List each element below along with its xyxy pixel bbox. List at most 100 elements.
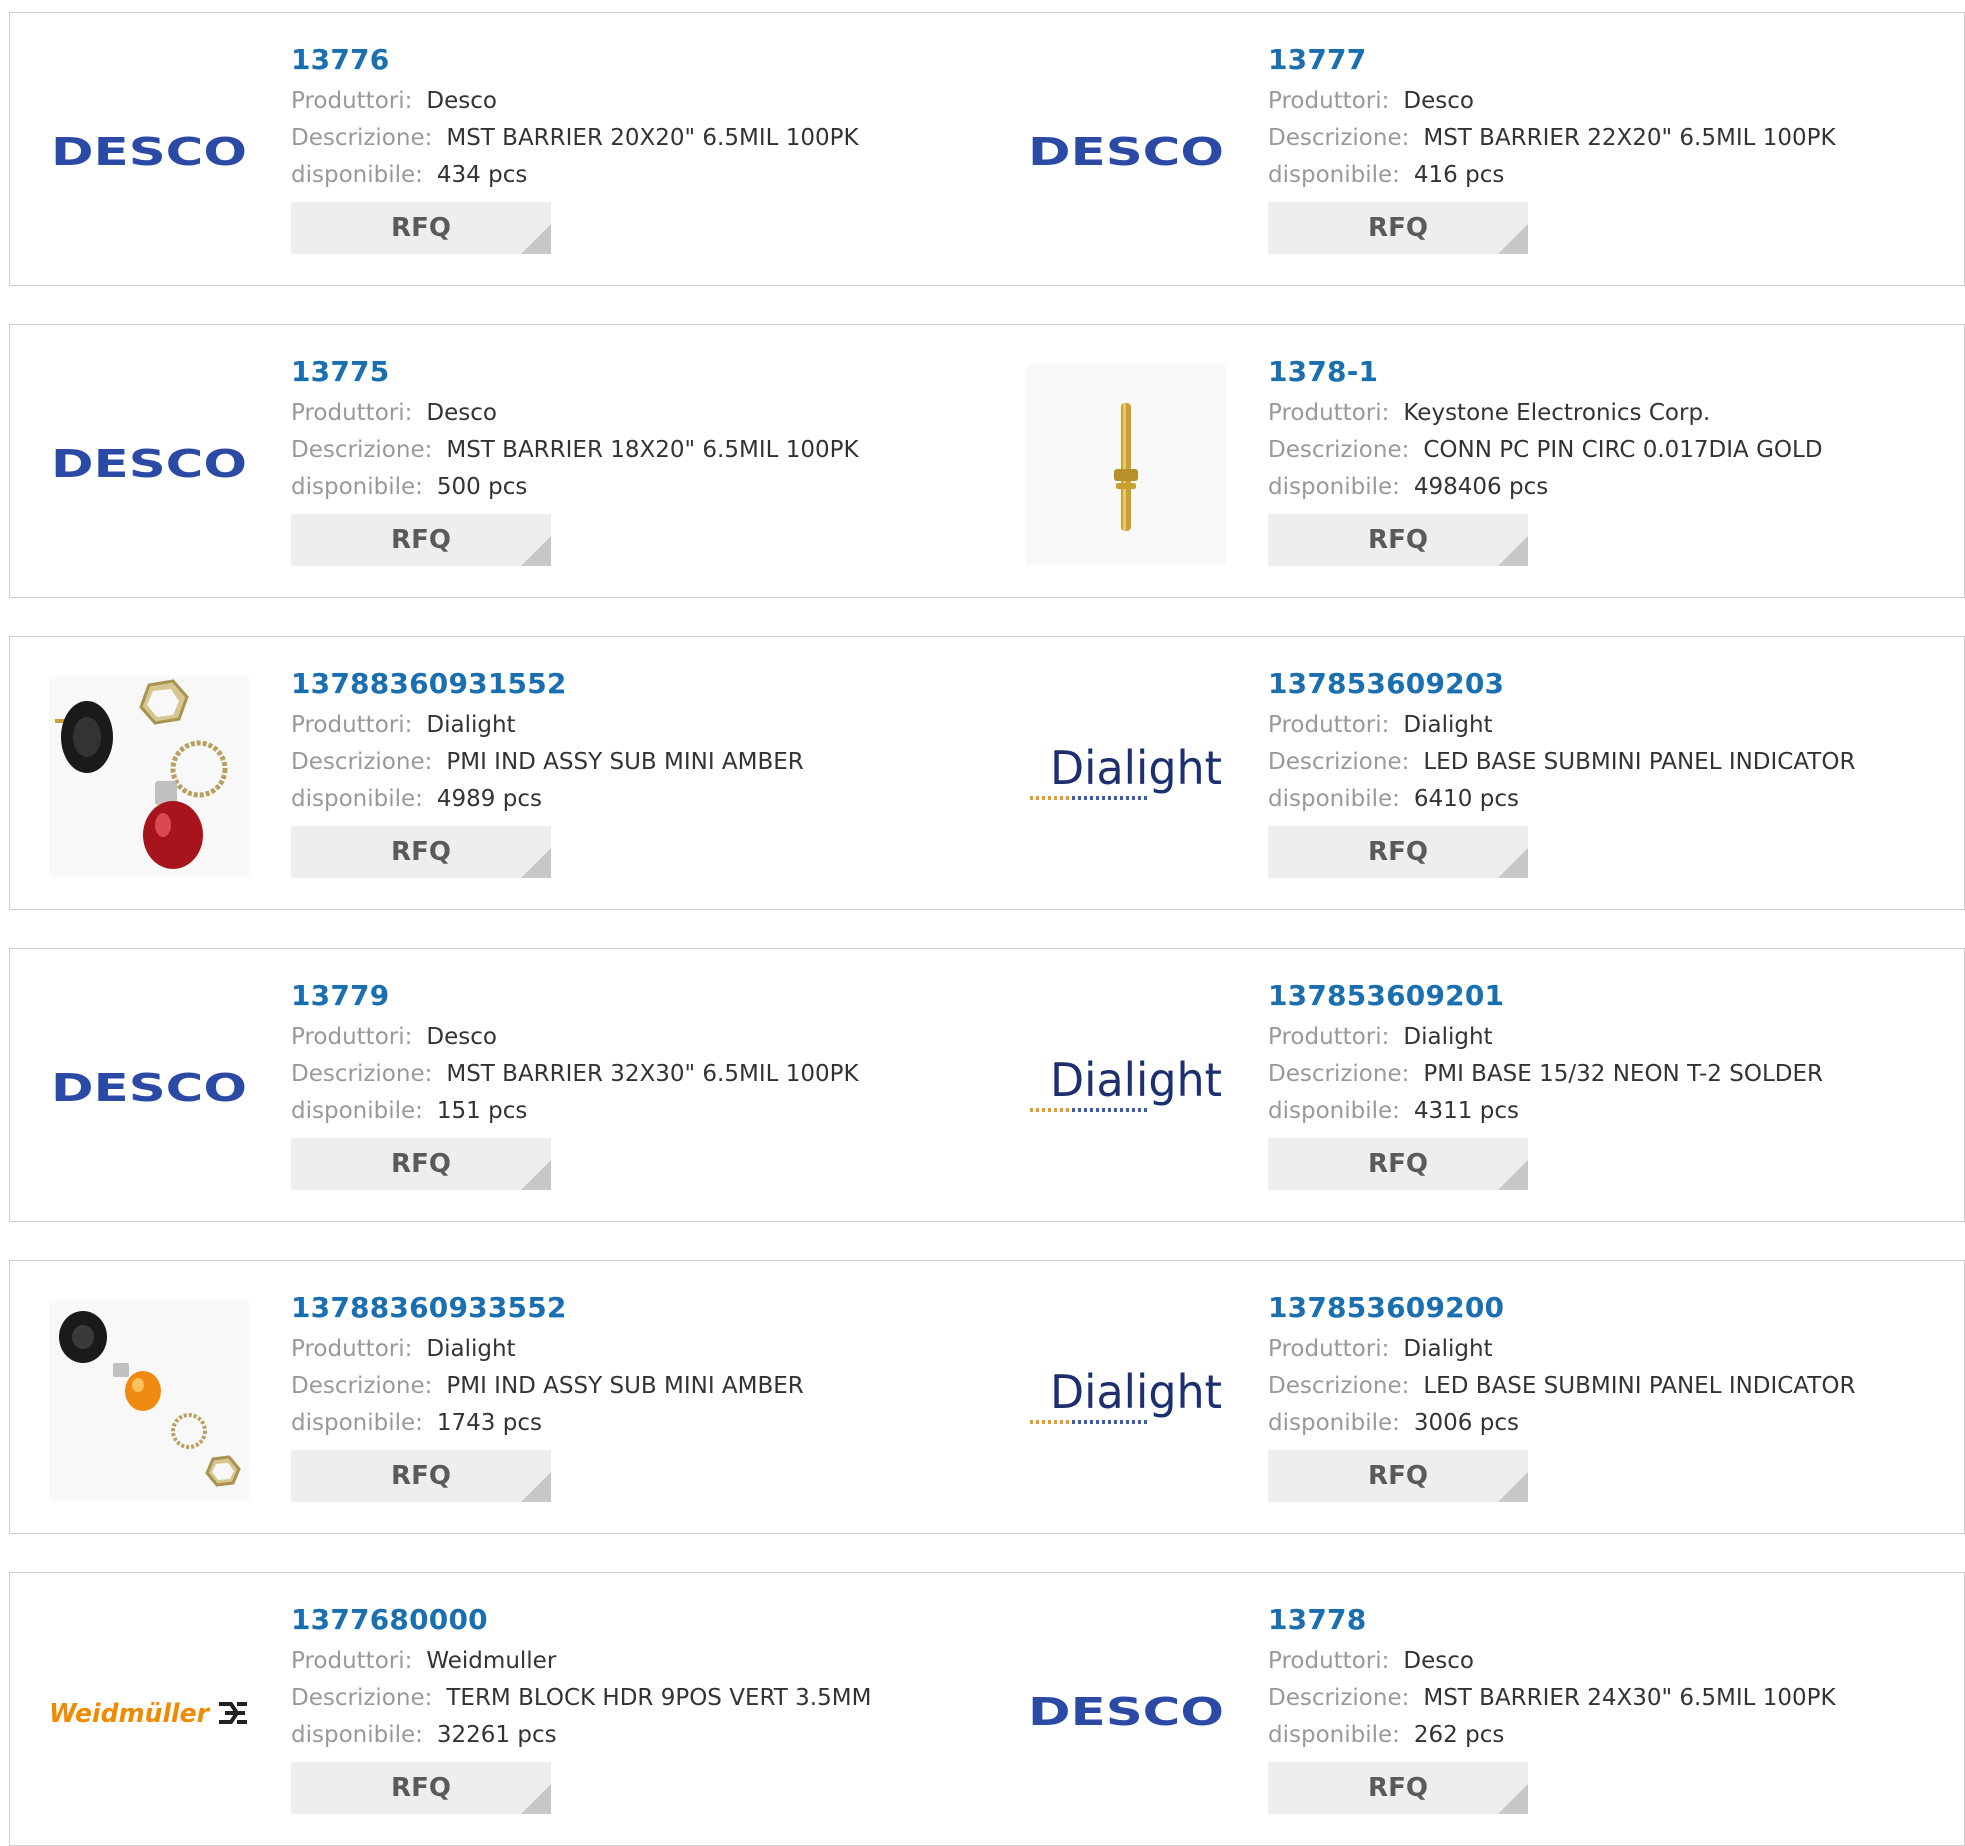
- description-label: Descrizione:: [1268, 749, 1410, 775]
- available-label: disponibile:: [1268, 474, 1400, 500]
- rfq-button[interactable]: RFQ: [1268, 202, 1528, 254]
- svg-text:DESCO: DESCO: [1028, 133, 1224, 173]
- rfq-button[interactable]: RFQ: [1268, 514, 1528, 566]
- product-image[interactable]: Dialight: [1026, 1301, 1226, 1501]
- svg-text:DESCO: DESCO: [1028, 1693, 1224, 1733]
- available-value: 416 pcs: [1413, 162, 1505, 188]
- product-image[interactable]: DESCO: [1026, 53, 1226, 253]
- product-image[interactable]: DESCO: [1026, 1613, 1226, 1813]
- rfq-button[interactable]: RFQ: [291, 826, 551, 878]
- manufacturer-value: Dialight: [1403, 1024, 1493, 1050]
- part-number-link[interactable]: 13775: [291, 353, 978, 395]
- description-value: MST BARRIER 24X30" 6.5MIL 100PK: [1423, 1685, 1836, 1711]
- description-label: Descrizione:: [1268, 125, 1410, 151]
- rfq-button[interactable]: RFQ: [291, 202, 551, 254]
- rfq-button[interactable]: RFQ: [1268, 1762, 1528, 1814]
- available-value: 262 pcs: [1413, 1722, 1505, 1748]
- available-label: disponibile:: [291, 1410, 423, 1436]
- part-number-link[interactable]: 13788360931552: [291, 665, 978, 707]
- manufacturer-value: Weidmuller: [426, 1648, 557, 1674]
- product-card: DESCO 13777 Produttori: Desco Descrizione…: [987, 12, 1965, 286]
- part-number-link[interactable]: 1378-1: [1268, 353, 1954, 395]
- dialight-logo: Dialight: [1030, 1366, 1222, 1424]
- available-label: disponibile:: [291, 1722, 423, 1748]
- rfq-label: RFQ: [1368, 213, 1428, 243]
- manufacturer-value: Desco: [426, 400, 497, 426]
- rfq-label: RFQ: [1368, 1461, 1428, 1491]
- product-card: Dialight 137853609200 Produttori: Dialigh…: [987, 1260, 1965, 1534]
- product-card: DESCO 13779 Produttori: Desco Descrizione…: [9, 948, 989, 1222]
- description-label: Descrizione:: [1268, 1685, 1410, 1711]
- rfq-label: RFQ: [391, 213, 451, 243]
- part-number-link[interactable]: 13788360933552: [291, 1289, 978, 1331]
- rfq-button[interactable]: RFQ: [1268, 1450, 1528, 1502]
- manufacturer-label: Produttori:: [1268, 88, 1390, 114]
- available-label: disponibile:: [1268, 1098, 1400, 1124]
- part-number-link[interactable]: 13777: [1268, 41, 1954, 83]
- rfq-label: RFQ: [391, 525, 451, 555]
- description-label: Descrizione:: [291, 1061, 433, 1087]
- manufacturer-value: Dialight: [1403, 712, 1493, 738]
- part-number-link[interactable]: 13779: [291, 977, 978, 1019]
- rfq-button[interactable]: RFQ: [291, 1138, 551, 1190]
- product-image[interactable]: DESCO: [49, 989, 249, 1189]
- product-card: DESCO 13775 Produttori: Desco Descrizione…: [9, 324, 989, 598]
- product-image[interactable]: [49, 1301, 249, 1501]
- available-value: 6410 pcs: [1413, 786, 1519, 812]
- available-value: 151 pcs: [436, 1098, 528, 1124]
- rfq-button[interactable]: RFQ: [1268, 826, 1528, 878]
- corner-triangle-icon: [521, 1784, 551, 1814]
- product-image[interactable]: Dialight: [1026, 989, 1226, 1189]
- corner-triangle-icon: [1498, 536, 1528, 566]
- available-label: disponibile:: [291, 474, 423, 500]
- rfq-button[interactable]: RFQ: [291, 1450, 551, 1502]
- manufacturer-label: Produttori:: [1268, 400, 1390, 426]
- description-value: MST BARRIER 32X30" 6.5MIL 100PK: [446, 1061, 859, 1087]
- product-image[interactable]: DESCO: [49, 53, 249, 253]
- manufacturer-label: Produttori:: [291, 88, 413, 114]
- product-card: Weidmüller 1377680000 Produttori: Weidmul…: [9, 1572, 989, 1846]
- product-row: 13788360931552 Produttori: Dialight Descr…: [9, 636, 1965, 910]
- rfq-label: RFQ: [1368, 525, 1428, 555]
- desco-logo: DESCO: [51, 445, 247, 485]
- svg-text:DESCO: DESCO: [51, 1069, 247, 1109]
- description-value: LED BASE SUBMINI PANEL INDICATOR: [1423, 1373, 1856, 1399]
- part-number-link[interactable]: 137853609203: [1268, 665, 1954, 707]
- available-label: disponibile:: [1268, 162, 1400, 188]
- svg-text:DESCO: DESCO: [51, 445, 247, 485]
- available-value: 434 pcs: [436, 162, 528, 188]
- description-value: MST BARRIER 22X20" 6.5MIL 100PK: [1423, 125, 1836, 151]
- manufacturer-label: Produttori:: [1268, 712, 1390, 738]
- available-label: disponibile:: [291, 1098, 423, 1124]
- part-number-link[interactable]: 13778: [1268, 1601, 1954, 1643]
- pin-photo: [1026, 365, 1226, 565]
- rfq-button[interactable]: RFQ: [291, 1762, 551, 1814]
- part-number-link[interactable]: 1377680000: [291, 1601, 978, 1643]
- product-row: Weidmüller 1377680000 Produttori: Weidmul…: [9, 1572, 1965, 1846]
- rfq-label: RFQ: [391, 1773, 451, 1803]
- product-image[interactable]: [1026, 365, 1226, 565]
- rfq-button[interactable]: RFQ: [1268, 1138, 1528, 1190]
- part-number-link[interactable]: 137853609200: [1268, 1289, 1954, 1331]
- description-value: LED BASE SUBMINI PANEL INDICATOR: [1423, 749, 1856, 775]
- product-grid: DESCO 13776 Produttori: Desco Descrizione…: [0, 0, 1965, 1846]
- part-number-link[interactable]: 137853609201: [1268, 977, 1954, 1019]
- product-card: 1378-1 Produttori: Keystone Electronics C…: [987, 324, 1965, 598]
- manufacturer-value: Dialight: [426, 712, 516, 738]
- description-value: PMI IND ASSY SUB MINI AMBER: [446, 1373, 804, 1399]
- description-value: TERM BLOCK HDR 9POS VERT 3.5MM: [446, 1685, 872, 1711]
- manufacturer-label: Produttori:: [291, 400, 413, 426]
- product-row: DESCO 13779 Produttori: Desco Descrizione…: [9, 948, 1965, 1222]
- product-image[interactable]: Dialight: [1026, 677, 1226, 877]
- part-number-link[interactable]: 13776: [291, 41, 978, 83]
- product-image[interactable]: [49, 677, 249, 877]
- available-value: 32261 pcs: [436, 1722, 557, 1748]
- product-image[interactable]: DESCO: [49, 365, 249, 565]
- rfq-button[interactable]: RFQ: [291, 514, 551, 566]
- description-value: MST BARRIER 18X20" 6.5MIL 100PK: [446, 437, 859, 463]
- product-card: 13788360933552 Produttori: Dialight Descr…: [9, 1260, 989, 1534]
- product-image[interactable]: Weidmüller: [49, 1613, 249, 1813]
- corner-triangle-icon: [1498, 1784, 1528, 1814]
- amber-lamp-photo: [49, 1301, 249, 1501]
- manufacturer-value: Desco: [1403, 88, 1474, 114]
